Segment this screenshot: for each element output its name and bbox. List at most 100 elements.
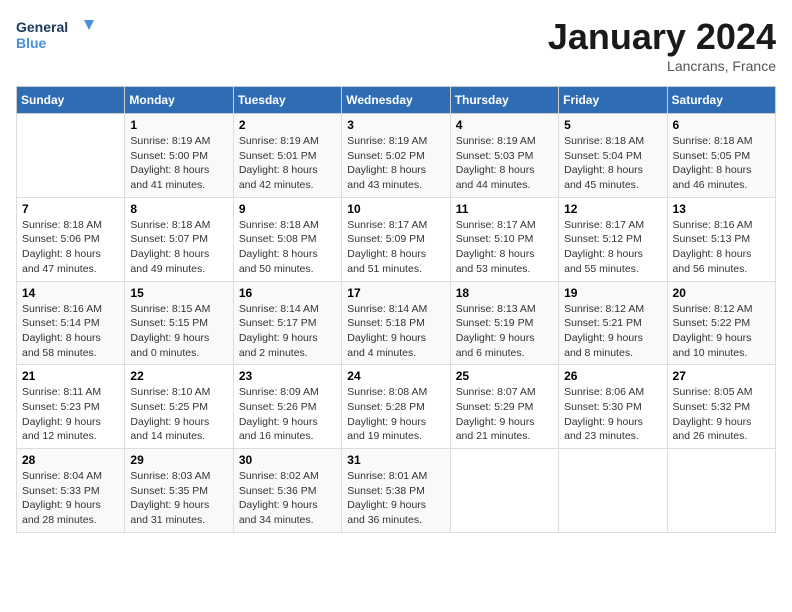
calendar-cell: 14 Sunrise: 8:16 AMSunset: 5:14 PMDayligh… xyxy=(17,281,125,365)
calendar-table: SundayMondayTuesdayWednesdayThursdayFrid… xyxy=(16,86,776,533)
header-thursday: Thursday xyxy=(450,87,558,114)
calendar-cell: 31 Sunrise: 8:01 AMSunset: 5:38 PMDayligh… xyxy=(342,449,450,533)
calendar-cell: 5Sunrise: 8:18 AMSunset: 5:04 PMDaylight… xyxy=(559,114,667,198)
calendar-cell: 29 Sunrise: 8:03 AMSunset: 5:35 PMDayligh… xyxy=(125,449,233,533)
day-number: 8 xyxy=(130,202,227,216)
day-number: 27 xyxy=(673,369,770,383)
day-info: Sunrise: 8:07 AMSunset: 5:29 PMDaylight:… xyxy=(456,385,553,444)
calendar-cell: 7 Sunrise: 8:18 AMSunset: 5:06 PMDaylight… xyxy=(17,197,125,281)
calendar-cell: 1 Sunrise: 8:19 AMSunset: 5:00 PMDaylight… xyxy=(125,114,233,198)
calendar-cell: 15 Sunrise: 8:15 AMSunset: 5:15 PMDayligh… xyxy=(125,281,233,365)
day-number: 21 xyxy=(22,369,119,383)
day-info: Sunrise: 8:15 AMSunset: 5:15 PMDaylight:… xyxy=(130,302,227,361)
header-saturday: Saturday xyxy=(667,87,775,114)
calendar-cell: 16 Sunrise: 8:14 AMSunset: 5:17 PMDayligh… xyxy=(233,281,341,365)
day-number: 3 xyxy=(347,118,444,132)
day-info: Sunrise: 8:18 AMSunset: 5:07 PMDaylight:… xyxy=(130,218,227,277)
day-info: Sunrise: 8:06 AMSunset: 5:30 PMDaylight:… xyxy=(564,385,661,444)
header-wednesday: Wednesday xyxy=(342,87,450,114)
calendar-cell: 21 Sunrise: 8:11 AMSunset: 5:23 PMDayligh… xyxy=(17,365,125,449)
day-number: 29 xyxy=(130,453,227,467)
day-number: 12 xyxy=(564,202,661,216)
calendar-cell: 20 Sunrise: 8:12 AMSunset: 5:22 PMDayligh… xyxy=(667,281,775,365)
header-monday: Monday xyxy=(125,87,233,114)
svg-text:General: General xyxy=(16,19,68,35)
calendar-cell: 23 Sunrise: 8:09 AMSunset: 5:26 PMDayligh… xyxy=(233,365,341,449)
day-info: Sunrise: 8:18 AMSunset: 5:04 PMDaylight:… xyxy=(564,134,661,193)
day-info: Sunrise: 8:19 AMSunset: 5:00 PMDaylight:… xyxy=(130,134,227,193)
day-info: Sunrise: 8:18 AMSunset: 5:06 PMDaylight:… xyxy=(22,218,119,277)
calendar-cell: 17Sunrise: 8:14 AMSunset: 5:18 PMDayligh… xyxy=(342,281,450,365)
day-info: Sunrise: 8:12 AMSunset: 5:21 PMDaylight:… xyxy=(564,302,661,361)
day-info: Sunrise: 8:19 AMSunset: 5:01 PMDaylight:… xyxy=(239,134,336,193)
day-info: Sunrise: 8:19 AMSunset: 5:03 PMDaylight:… xyxy=(456,134,553,193)
day-info: Sunrise: 8:16 AMSunset: 5:13 PMDaylight:… xyxy=(673,218,770,277)
day-info: Sunrise: 8:16 AMSunset: 5:14 PMDaylight:… xyxy=(22,302,119,361)
day-number: 16 xyxy=(239,286,336,300)
day-info: Sunrise: 8:12 AMSunset: 5:22 PMDaylight:… xyxy=(673,302,770,361)
day-number: 24 xyxy=(347,369,444,383)
day-number: 30 xyxy=(239,453,336,467)
calendar-cell: 18 Sunrise: 8:13 AMSunset: 5:19 PMDayligh… xyxy=(450,281,558,365)
day-info: Sunrise: 8:04 AMSunset: 5:33 PMDaylight:… xyxy=(22,469,119,528)
day-info: Sunrise: 8:18 AMSunset: 5:05 PMDaylight:… xyxy=(673,134,770,193)
calendar-cell: 27 Sunrise: 8:05 AMSunset: 5:32 PMDayligh… xyxy=(667,365,775,449)
svg-text:Blue: Blue xyxy=(16,35,47,51)
location: Lancrans, France xyxy=(548,58,776,74)
logo: General Blue xyxy=(16,16,96,52)
calendar-cell: 28Sunrise: 8:04 AMSunset: 5:33 PMDayligh… xyxy=(17,449,125,533)
day-number: 4 xyxy=(456,118,553,132)
calendar-cell: 19Sunrise: 8:12 AMSunset: 5:21 PMDayligh… xyxy=(559,281,667,365)
day-number: 17 xyxy=(347,286,444,300)
calendar-cell: 12 Sunrise: 8:17 AMSunset: 5:12 PMDayligh… xyxy=(559,197,667,281)
day-info: Sunrise: 8:09 AMSunset: 5:26 PMDaylight:… xyxy=(239,385,336,444)
header-sunday: Sunday xyxy=(17,87,125,114)
day-number: 14 xyxy=(22,286,119,300)
day-number: 13 xyxy=(673,202,770,216)
day-info: Sunrise: 8:01 AMSunset: 5:38 PMDaylight:… xyxy=(347,469,444,528)
day-number: 20 xyxy=(673,286,770,300)
day-info: Sunrise: 8:19 AMSunset: 5:02 PMDaylight:… xyxy=(347,134,444,193)
day-info: Sunrise: 8:13 AMSunset: 5:19 PMDaylight:… xyxy=(456,302,553,361)
day-info: Sunrise: 8:11 AMSunset: 5:23 PMDaylight:… xyxy=(22,385,119,444)
header-friday: Friday xyxy=(559,87,667,114)
calendar-cell: 11Sunrise: 8:17 AMSunset: 5:10 PMDayligh… xyxy=(450,197,558,281)
day-number: 7 xyxy=(22,202,119,216)
calendar-cell: 26 Sunrise: 8:06 AMSunset: 5:30 PMDayligh… xyxy=(559,365,667,449)
day-number: 6 xyxy=(673,118,770,132)
day-info: Sunrise: 8:08 AMSunset: 5:28 PMDaylight:… xyxy=(347,385,444,444)
calendar-cell: 2Sunrise: 8:19 AMSunset: 5:01 PMDaylight… xyxy=(233,114,341,198)
day-number: 25 xyxy=(456,369,553,383)
calendar-header: SundayMondayTuesdayWednesdayThursdayFrid… xyxy=(17,87,776,114)
day-info: Sunrise: 8:02 AMSunset: 5:36 PMDaylight:… xyxy=(239,469,336,528)
calendar-cell: 10Sunrise: 8:17 AMSunset: 5:09 PMDayligh… xyxy=(342,197,450,281)
day-number: 26 xyxy=(564,369,661,383)
calendar-cell: 24 Sunrise: 8:08 AMSunset: 5:28 PMDayligh… xyxy=(342,365,450,449)
calendar-cell: 22 Sunrise: 8:10 AMSunset: 5:25 PMDayligh… xyxy=(125,365,233,449)
day-info: Sunrise: 8:14 AMSunset: 5:17 PMDaylight:… xyxy=(239,302,336,361)
day-number: 11 xyxy=(456,202,553,216)
day-info: Sunrise: 8:10 AMSunset: 5:25 PMDaylight:… xyxy=(130,385,227,444)
calendar-cell: 9 Sunrise: 8:18 AMSunset: 5:08 PMDaylight… xyxy=(233,197,341,281)
calendar-cell: 4 Sunrise: 8:19 AMSunset: 5:03 PMDaylight… xyxy=(450,114,558,198)
day-number: 15 xyxy=(130,286,227,300)
calendar-cell: 3 Sunrise: 8:19 AMSunset: 5:02 PMDaylight… xyxy=(342,114,450,198)
day-number: 18 xyxy=(456,286,553,300)
day-number: 1 xyxy=(130,118,227,132)
month-title: January 2024 xyxy=(548,16,776,58)
header-tuesday: Tuesday xyxy=(233,87,341,114)
day-number: 9 xyxy=(239,202,336,216)
day-number: 23 xyxy=(239,369,336,383)
calendar-cell: 25 Sunrise: 8:07 AMSunset: 5:29 PMDayligh… xyxy=(450,365,558,449)
day-info: Sunrise: 8:17 AMSunset: 5:12 PMDaylight:… xyxy=(564,218,661,277)
calendar-cell xyxy=(559,449,667,533)
calendar-cell: 6 Sunrise: 8:18 AMSunset: 5:05 PMDaylight… xyxy=(667,114,775,198)
calendar-cell xyxy=(667,449,775,533)
day-info: Sunrise: 8:05 AMSunset: 5:32 PMDaylight:… xyxy=(673,385,770,444)
day-number: 31 xyxy=(347,453,444,467)
day-info: Sunrise: 8:03 AMSunset: 5:35 PMDaylight:… xyxy=(130,469,227,528)
page-header: General Blue January 2024 Lancrans, Fran… xyxy=(16,16,776,74)
day-info: Sunrise: 8:18 AMSunset: 5:08 PMDaylight:… xyxy=(239,218,336,277)
day-number: 22 xyxy=(130,369,227,383)
title-block: January 2024 Lancrans, France xyxy=(548,16,776,74)
